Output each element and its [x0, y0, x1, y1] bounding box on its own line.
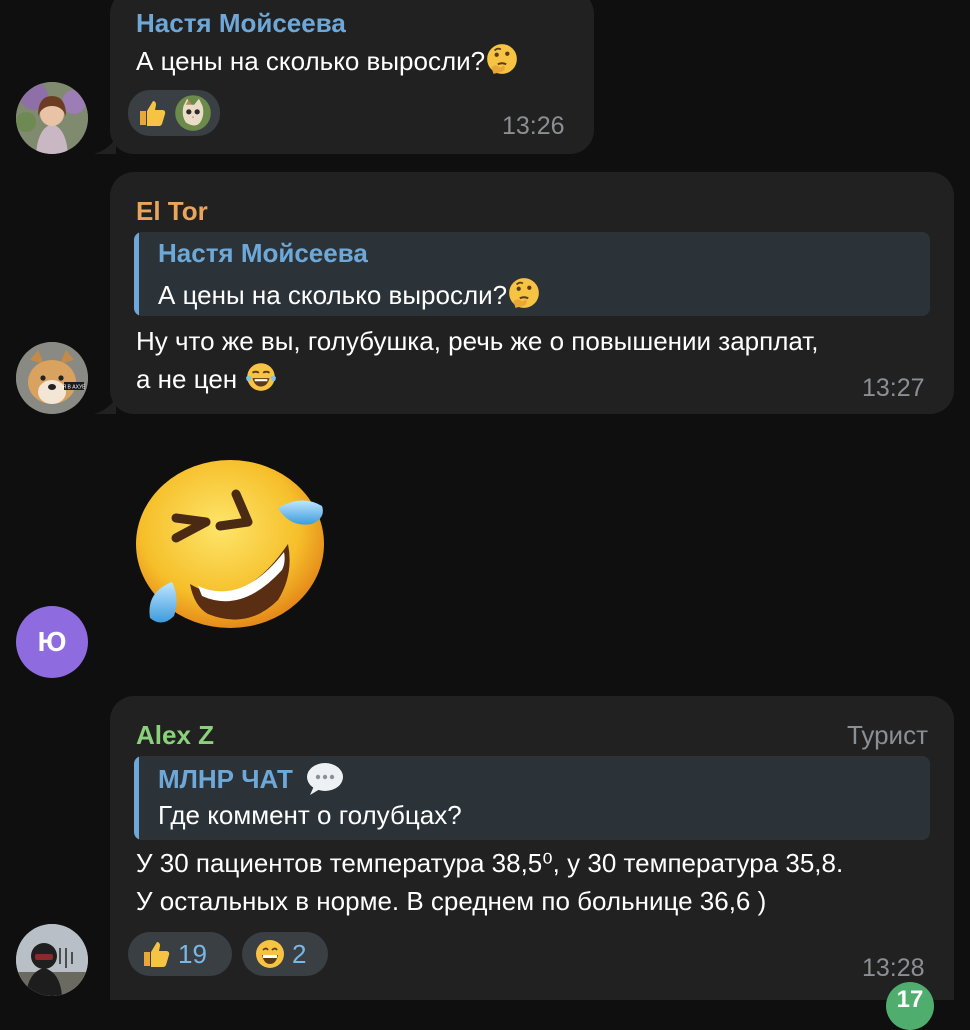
message-time: 13:26	[502, 112, 565, 140]
avatar[interactable]	[16, 924, 88, 996]
bubble-tail	[94, 398, 116, 414]
reply-quote[interactable]: МЛНР ЧАТ Где коммент о голубцах?	[134, 756, 930, 840]
unread-count: 17	[896, 986, 924, 1013]
sender-name[interactable]: Alex Z	[136, 720, 214, 751]
bubble-tail	[94, 138, 116, 154]
message-text-line: Ну что же вы, голубушка, речь же о повыш…	[136, 326, 819, 356]
message-time: 13:27	[862, 374, 925, 402]
message-bubble[interactable]: El Tor Настя Мойсеева А цены на сколько …	[110, 172, 954, 414]
message-bubble[interactable]: Настя Мойсеева А цены на сколько выросли…	[110, 0, 594, 154]
reaction-count: 19	[178, 938, 207, 969]
message-text-line: У 30 пациентов температура 38,5⁰, у 30 т…	[136, 848, 844, 878]
reaction-chip-thumbs-up[interactable]: 19	[128, 932, 232, 976]
sender-name[interactable]: Настя Мойсеева	[136, 8, 346, 39]
reply-text: А цены на сколько выросли?	[158, 276, 541, 311]
thinking-face-icon	[487, 44, 518, 74]
reply-sender-name: МЛНР ЧАТ	[158, 762, 344, 796]
avatar[interactable]: Я В АХУЕ	[16, 342, 88, 414]
laughing-sticker[interactable]	[132, 458, 332, 633]
grinning-face-icon	[256, 940, 284, 968]
sender-name[interactable]: El Tor	[136, 196, 208, 227]
message-bubble[interactable]: Alex Z Турист МЛНР ЧАТ Где коммент о гол…	[110, 696, 954, 1000]
avatar-photo	[16, 82, 88, 154]
message-text-line: а не цен	[136, 360, 278, 398]
thumbs-up-icon	[140, 101, 166, 126]
tears-of-joy-icon	[246, 363, 277, 391]
avatar-photo: Я В АХУЕ	[16, 342, 88, 414]
reply-accent-bar	[134, 756, 139, 840]
reaction-chip[interactable]	[128, 90, 220, 136]
thumbs-up-icon	[144, 942, 170, 967]
thinking-face-icon	[509, 278, 540, 308]
reply-text: Где коммент о голубцах?	[158, 800, 462, 830]
message-text: А цены на сколько выросли?	[136, 42, 519, 80]
avatar-initial: Ю	[37, 626, 67, 657]
cat-sticker-icon	[175, 95, 211, 131]
speech-bubble-icon	[307, 763, 344, 795]
unread-badge[interactable]: 17	[886, 982, 934, 1030]
reply-sender-name: Настя Мойсеева	[158, 238, 368, 268]
avatar-photo	[16, 924, 88, 996]
message-text-line: У остальных в норме. В среднем по больни…	[136, 886, 767, 916]
message-time: 13:28	[862, 954, 925, 982]
svg-text:Я В АХУЕ: Я В АХУЕ	[63, 385, 87, 391]
reaction-chip-grin[interactable]: 2	[242, 932, 328, 976]
reply-accent-bar	[134, 232, 139, 316]
reply-quote[interactable]: Настя Мойсеева А цены на сколько выросли…	[134, 232, 930, 316]
reaction-count: 2	[292, 938, 307, 969]
member-title: Турист	[846, 720, 928, 750]
avatar[interactable]	[16, 82, 88, 154]
avatar[interactable]: Ю	[16, 606, 88, 678]
